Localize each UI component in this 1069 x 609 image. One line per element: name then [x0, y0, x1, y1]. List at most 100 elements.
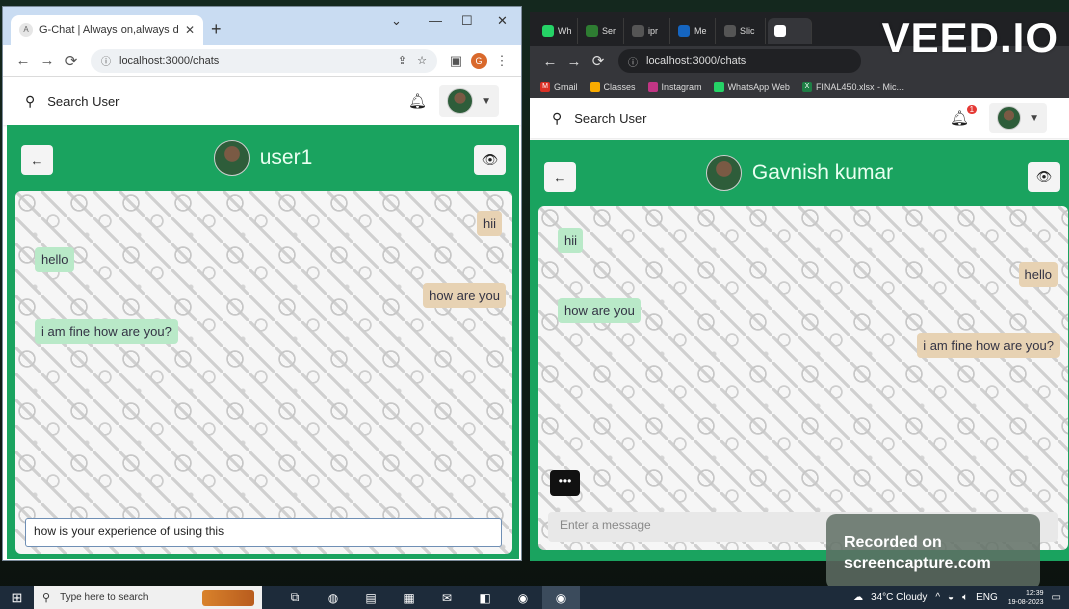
notifications-icon[interactable]: ▭	[1052, 592, 1061, 603]
new-tab-button[interactable]: +	[211, 19, 222, 40]
chat-header-2: ← Gavnish kumar 👁︎	[530, 140, 1069, 206]
github-icon	[632, 25, 644, 37]
chrome-icon[interactable]: ◉	[504, 586, 542, 609]
tab-label: Wh	[558, 26, 572, 36]
chevron-down-icon: ▼	[1029, 112, 1039, 124]
peer-name: Gavnish kumar	[751, 161, 894, 184]
tab-ser[interactable]: Ser	[580, 18, 624, 44]
bookmark-star-icon[interactable]: ☆	[417, 54, 427, 67]
tab-gchat[interactable]: A G-Chat | Always on,always delig ✕	[11, 15, 203, 45]
instagram-icon	[647, 82, 658, 92]
clock[interactable]: 12:39 19-08-2023	[1008, 589, 1044, 607]
chat-panel: ← user1 👁︎ hii hello how are you i am fi…	[7, 125, 519, 559]
bell-icon[interactable]: 🔔︎ 1	[950, 105, 978, 127]
bookmark-instagram[interactable]: Instagram	[647, 82, 702, 92]
bell-icon[interactable]: 🔔︎	[408, 92, 427, 110]
file-explorer-icon[interactable]: ▤	[352, 586, 390, 609]
back-icon[interactable]: ←	[11, 52, 35, 69]
arrow-left-icon: ←	[30, 152, 44, 168]
network-icon[interactable]: ◒	[948, 592, 954, 603]
chat-peer: Gavnish kumar	[705, 155, 894, 191]
app-header-2: ⚲ Search User 🔔︎ 1 ▼	[530, 98, 1069, 138]
bookmark-whatsapp-web[interactable]: WhatsApp Web	[713, 82, 790, 92]
view-profile-button[interactable]: 👁︎	[474, 145, 506, 175]
profile-menu-button[interactable]: ▼	[439, 85, 499, 117]
chat-header: ← user1 👁︎	[7, 125, 519, 191]
windows-start-icon[interactable]: ⊞	[0, 590, 34, 606]
bookmark-label: Instagram	[661, 82, 702, 92]
profile-menu-button[interactable]: ▼	[989, 103, 1047, 133]
tab-active-gchat[interactable]	[768, 18, 812, 44]
whatsapp-icon	[542, 25, 554, 37]
app-header: ⚲ Search User 🔔︎ ▼	[3, 77, 521, 125]
avatar	[447, 88, 474, 114]
bookmark-label: FINAL450.xlsx - Mic...	[815, 82, 904, 92]
language-indicator[interactable]: ENG	[976, 592, 998, 603]
bookmark-gmail[interactable]: M Gmail	[540, 82, 578, 92]
close-tab-icon[interactable]: ✕	[185, 23, 195, 37]
tab-ipr[interactable]: ipr	[626, 18, 670, 44]
close-window-icon[interactable]: ✕	[497, 13, 508, 29]
maximize-icon[interactable]: ☐	[461, 13, 473, 29]
site-info-icon[interactable]: ⓘ	[628, 54, 638, 69]
search-user-button[interactable]: ⚲ Search User	[25, 93, 120, 110]
info-icon	[678, 25, 690, 37]
arrow-left-icon: ←	[553, 169, 567, 185]
menu-kebab-icon[interactable]: ⋮	[491, 53, 513, 69]
tray-chevron-icon[interactable]: ^	[935, 592, 940, 603]
tab-me[interactable]: Me	[672, 18, 716, 44]
chat-messages-area: hii hello how are you i am fine how are …	[15, 191, 512, 554]
weather-cloud-icon[interactable]: ☁	[853, 592, 863, 603]
message-bubble: i am fine how are you?	[35, 319, 178, 344]
typing-indicator-icon: •••	[550, 470, 580, 496]
taskbar-search[interactable]: ⚲ Type here to search	[34, 586, 262, 609]
reload-icon[interactable]: ⟳	[59, 52, 83, 70]
search-icon: ⚲	[42, 592, 51, 604]
share-icon[interactable]: ⇪	[398, 54, 407, 67]
search-icon: ⚲	[25, 92, 36, 109]
message-bubble: i am fine how are you?	[917, 333, 1060, 358]
reload-icon[interactable]: ⟳	[586, 52, 610, 70]
address-bar[interactable]: ⓘ localhost:3000/chats ⇪ ☆	[91, 48, 437, 73]
search-user-button[interactable]: ⚲ Search User	[552, 110, 647, 127]
profile-avatar-icon[interactable]: G	[471, 52, 487, 69]
view-profile-button[interactable]: 👁︎	[1028, 162, 1060, 192]
tab-whatsapp[interactable]: Wh	[536, 18, 578, 44]
vscode-icon[interactable]: ◧	[466, 586, 504, 609]
forward-icon[interactable]: →	[562, 53, 586, 70]
search-user-label: Search User	[574, 110, 647, 126]
app-favicon-icon	[774, 25, 786, 37]
clock-date: 19-08-2023	[1007, 598, 1044, 606]
back-icon[interactable]: ←	[538, 53, 562, 70]
tab-slic[interactable]: Slic	[718, 18, 766, 44]
browser-toolbar: ← → ⟳ ⓘ localhost:3000/chats ⇪ ☆ ▣ G ⋮	[3, 45, 521, 77]
store-icon[interactable]: ▦	[390, 586, 428, 609]
mail-icon[interactable]: ✉	[428, 586, 466, 609]
search-highlight-image	[202, 589, 254, 606]
bookmark-classes[interactable]: Classes	[589, 82, 636, 92]
chevron-down-icon: ▼	[481, 95, 491, 107]
back-arrow-button[interactable]: ←	[544, 162, 576, 192]
back-arrow-button[interactable]: ←	[21, 145, 53, 175]
tab-strip: A G-Chat | Always on,always delig ✕ + ⌄ …	[3, 7, 521, 45]
bookmark-final450[interactable]: X FINAL450.xlsx - Mic...	[801, 82, 904, 92]
chrome-active-icon[interactable]: ◉	[542, 586, 580, 609]
sidepanel-icon[interactable]: ▣	[445, 53, 467, 69]
search-user-label: Search User	[47, 93, 120, 109]
chat-panel-2: ← Gavnish kumar 👁︎ hii hello how are you…	[530, 140, 1069, 561]
edge-icon[interactable]: ◍	[314, 586, 352, 609]
weather-text[interactable]: 34°C Cloudy	[871, 592, 927, 603]
site-info-icon[interactable]: ⓘ	[101, 53, 111, 68]
address-bar-2[interactable]: ⓘ localhost:3000/chats	[618, 49, 861, 73]
task-view-icon[interactable]: ⧉	[276, 586, 314, 609]
tab-search-icon[interactable]: ⌄	[391, 13, 402, 29]
eye-icon: 👁︎	[1035, 169, 1053, 184]
chat-messages-area-2: hii hello how are you i am fine how are …	[538, 206, 1068, 550]
minimize-icon[interactable]: —	[429, 13, 442, 28]
forward-icon[interactable]: →	[35, 52, 59, 69]
folder-icon	[589, 82, 600, 92]
desktop: A G-Chat | Always on,always delig ✕ + ⌄ …	[0, 0, 1069, 609]
url-text: localhost:3000/chats	[646, 55, 747, 67]
message-input[interactable]: how is your experience of using this	[25, 518, 502, 547]
volume-icon[interactable]: 🔈︎	[962, 592, 968, 603]
